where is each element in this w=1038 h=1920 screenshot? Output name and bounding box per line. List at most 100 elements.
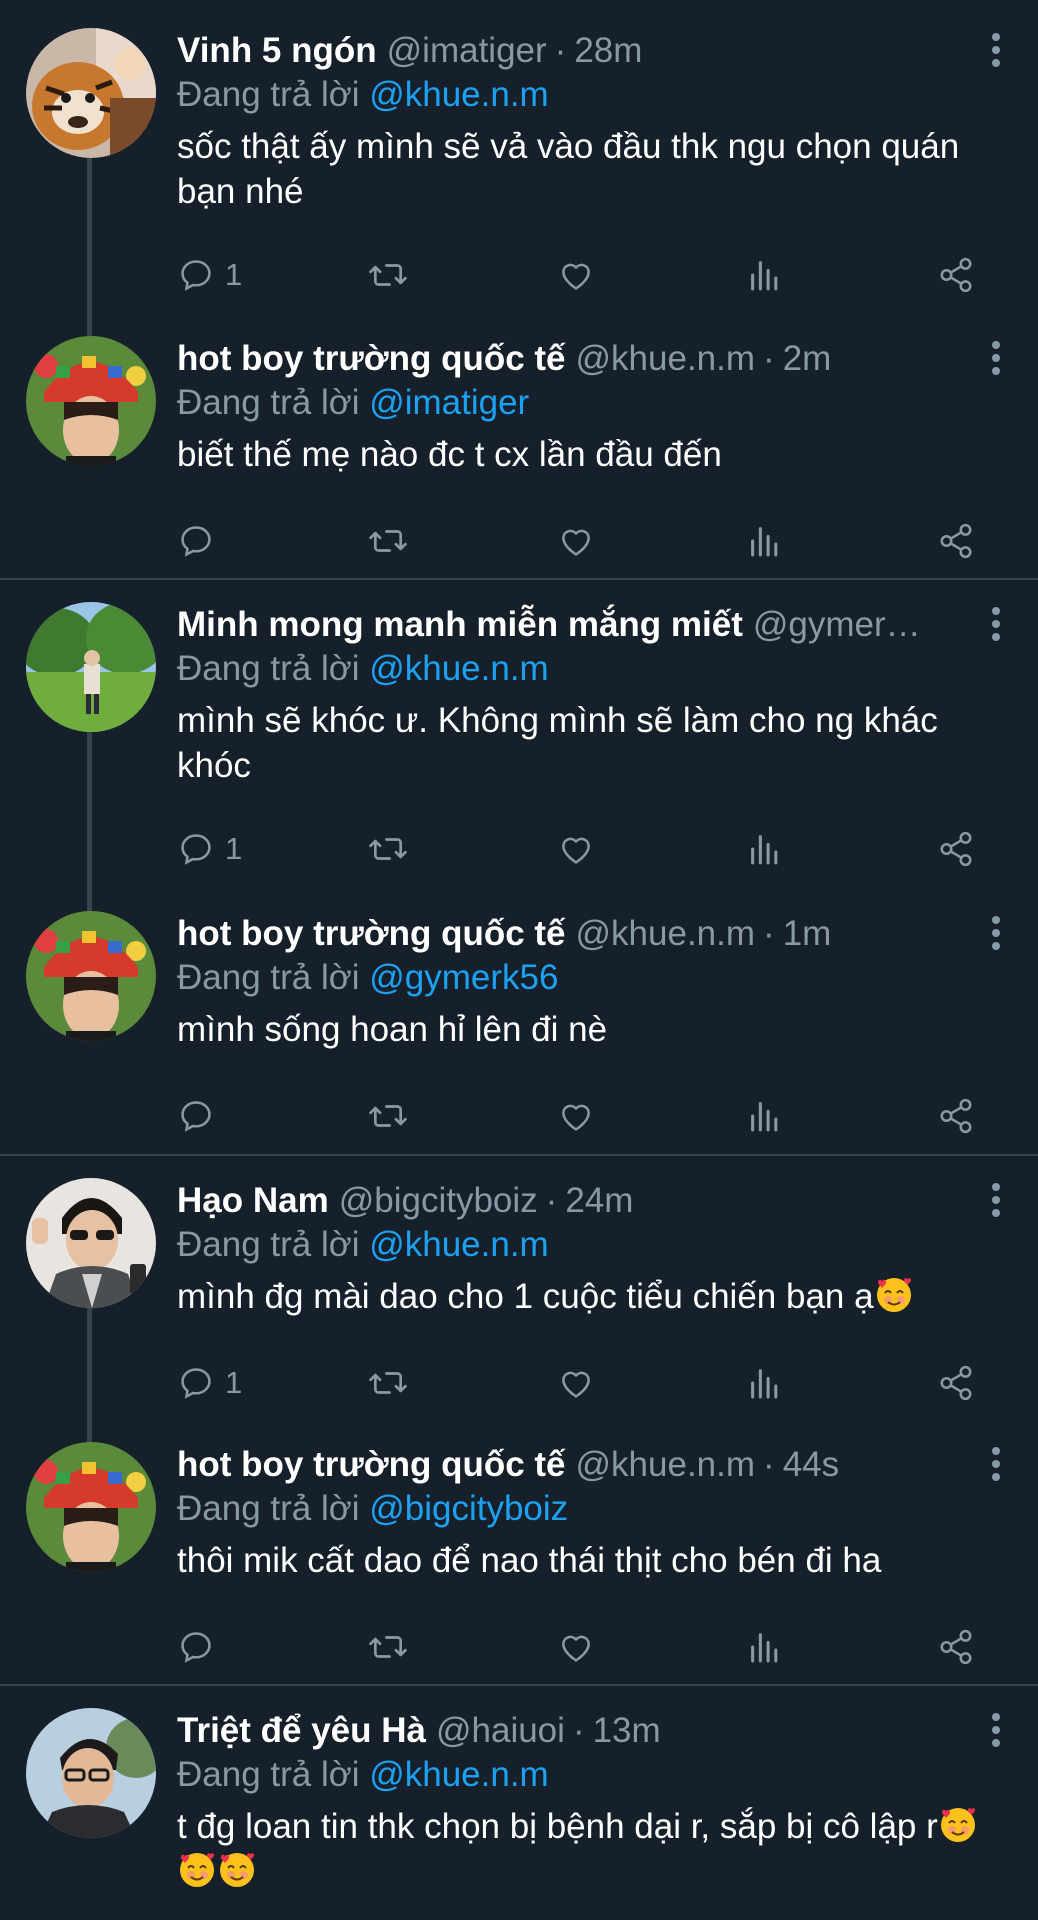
timestamp[interactable]: 28m [574,28,642,74]
share-button[interactable] [937,1091,975,1141]
more-options-icon[interactable] [990,1712,1002,1748]
retweet-button[interactable] [367,824,409,874]
mention-link[interactable]: @khue.n.m [369,75,549,114]
display-name[interactable]: hot boy trường quốc tế [177,911,566,957]
user-handle[interactable]: @khue.n.m [576,336,756,382]
share-icon [940,1365,972,1401]
more-options-icon[interactable] [990,340,1002,376]
user-handle[interactable]: @haiuoi [436,1708,565,1754]
timestamp[interactable]: 13m [593,1708,661,1754]
more-options-icon[interactable] [990,32,1002,68]
timestamp[interactable]: 1m [783,911,832,957]
replying-to-label: Đang trả lời [177,649,360,688]
avatar[interactable] [26,28,156,158]
action-bar: 1 [0,250,1038,300]
reply-button[interactable]: 1 [177,824,242,874]
display-name[interactable]: hot boy trường quốc tế [177,336,566,382]
share-button[interactable] [937,1358,975,1408]
user-handle[interactable]: @khue.n.m [576,1442,756,1488]
tweet-text-content: t đg loan tin thk chọn bị bệnh dại r, sắ… [177,1807,938,1846]
replying-to: Đang trả lời @khue.n.m [177,72,549,118]
user-handle[interactable]: @khue.n.m [576,911,756,957]
replying-to: Đang trả lời @imatiger [177,380,529,426]
retweet-button[interactable] [367,1358,409,1408]
display-name[interactable]: Hạo Nam [177,1178,329,1224]
avatar[interactable] [26,336,156,466]
thread-line [87,732,92,912]
timestamp[interactable]: 2m [783,336,832,382]
analytics-button[interactable] [748,1358,782,1408]
retweet-button[interactable] [367,516,409,566]
reply-icon [181,834,211,865]
mention-link[interactable]: @khue.n.m [369,1225,549,1264]
timestamp[interactable]: 24m [565,1178,633,1224]
retweet-button[interactable] [367,250,409,300]
avatar[interactable] [26,911,156,1041]
like-button[interactable] [557,516,595,566]
action-bar [0,516,1038,566]
share-icon [940,831,972,867]
divider [0,1154,1038,1156]
share-button[interactable] [937,1622,975,1672]
smiling-face-with-hearts-emoji-icon [938,1804,978,1844]
avatar[interactable] [26,1708,156,1838]
like-button[interactable] [557,1358,595,1408]
like-button[interactable] [557,250,595,300]
like-icon [562,1635,590,1662]
more-options-icon[interactable] [990,606,1002,642]
like-button[interactable] [557,824,595,874]
separator-dot: · [763,1445,775,1484]
reply-button[interactable] [177,516,225,566]
tweet-text: sốc thật ấy mình sẽ vả vào đầu thk ngu c… [177,127,960,211]
timestamp[interactable]: 44s [783,1442,839,1488]
share-button[interactable] [937,250,975,300]
replying-to: Đang trả lời @khue.n.m [177,1222,549,1268]
analytics-button[interactable] [748,516,782,566]
avatar[interactable] [26,1442,156,1572]
analytics-button[interactable] [748,1622,782,1672]
tweet-text: biết thế mẹ nào đc t cx lần đầu đến [177,435,722,474]
reply-button[interactable]: 1 [177,250,242,300]
analytics-button[interactable] [748,250,782,300]
replying-to-label: Đang trả lời [177,1755,360,1794]
tweet-text: thôi mik cất dao để nao thái thịt cho bé… [177,1541,882,1580]
avatar[interactable] [26,602,156,732]
like-icon [562,263,590,290]
analytics-icon [751,835,778,865]
action-bar [0,1622,1038,1672]
more-options-icon[interactable] [990,1446,1002,1482]
more-options-icon[interactable] [990,1182,1002,1218]
reply-button[interactable]: 1 [177,1358,242,1408]
user-handle[interactable]: @gymer… [753,602,921,648]
mention-link[interactable]: @bigcityboiz [369,1489,568,1528]
reply-button[interactable] [177,1091,225,1141]
divider [0,1684,1038,1686]
display-name[interactable]: Vinh 5 ngón [177,28,377,74]
retweet-button[interactable] [367,1091,409,1141]
display-name[interactable]: Triệt để yêu Hà [177,1708,426,1754]
avatar[interactable] [26,1178,156,1308]
tweet-text: mình sẽ khóc ư. Không mình sẽ làm cho ng… [177,701,938,785]
like-button[interactable] [557,1091,595,1141]
separator-dot: · [763,339,775,378]
retweet-button[interactable] [367,1622,409,1672]
share-button[interactable] [937,824,975,874]
tweet-text: t đg loan tin thk chọn bị bệnh dại r, sắ… [177,1804,1007,1894]
replying-to: Đang trả lời @khue.n.m [177,646,549,692]
user-handle[interactable]: @imatiger [387,28,547,74]
mention-link[interactable]: @gymerk56 [369,958,558,997]
mention-link[interactable]: @khue.n.m [369,649,549,688]
mention-link[interactable]: @khue.n.m [369,1755,549,1794]
user-handle[interactable]: @bigcityboiz [339,1178,538,1224]
reply-button[interactable] [177,1622,225,1672]
more-options-icon[interactable] [990,915,1002,951]
like-button[interactable] [557,1622,595,1672]
display-name[interactable]: hot boy trường quốc tế [177,1442,566,1488]
display-name[interactable]: Minh mong manh miễn mắng miết [177,602,743,648]
mention-link[interactable]: @imatiger [369,383,529,422]
share-button[interactable] [937,516,975,566]
analytics-button[interactable] [748,1091,782,1141]
analytics-button[interactable] [748,824,782,874]
reply-count: 1 [225,257,243,292]
like-icon [562,1371,590,1398]
